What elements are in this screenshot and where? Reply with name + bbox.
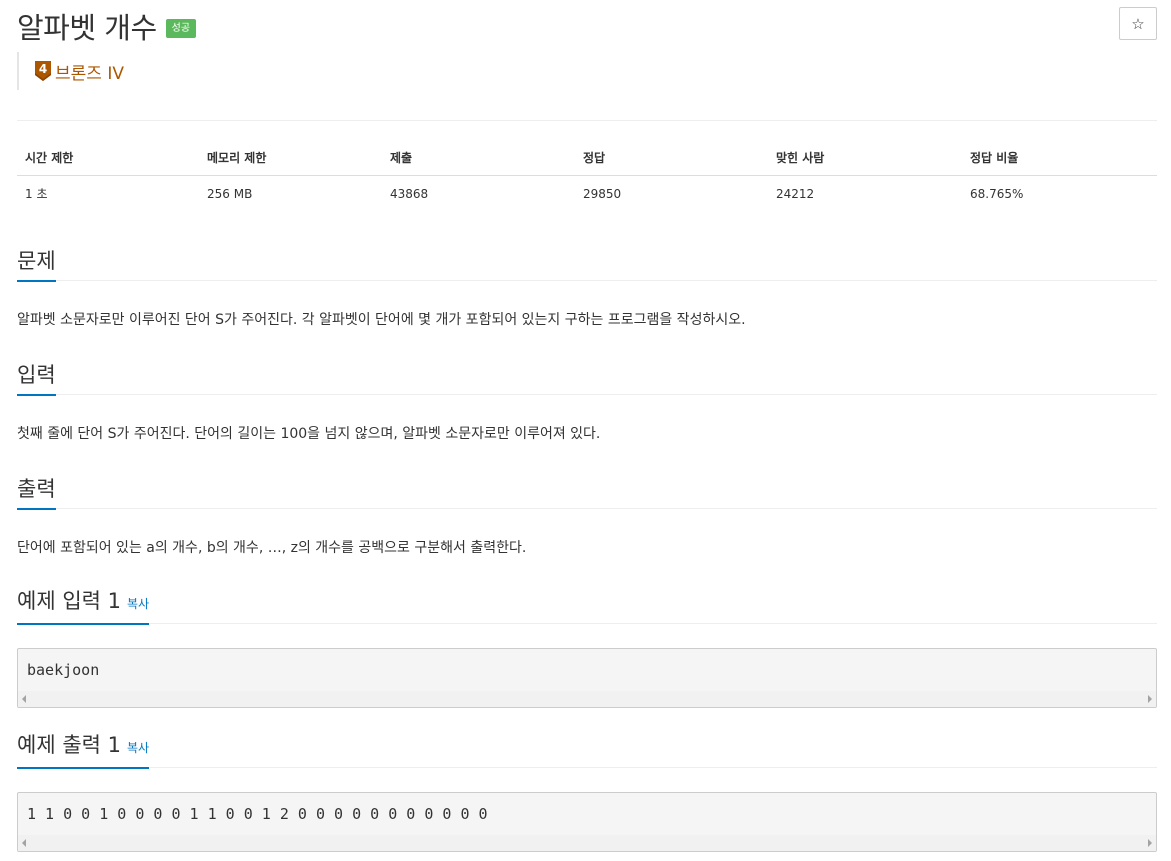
result-badge: 성공 bbox=[165, 18, 197, 38]
section-sample-output: 예제 출력 1 복사 bbox=[17, 729, 1157, 769]
section-output: 출력 bbox=[17, 470, 1157, 510]
value-accept-ratio: 68.765% bbox=[970, 186, 1024, 201]
copy-sample-input-link[interactable]: 복사 bbox=[127, 597, 149, 611]
scroll-right-arrow-icon[interactable] bbox=[1148, 695, 1152, 703]
header-solved-users: 맞힌 사람 bbox=[768, 140, 962, 176]
copy-sample-output-link[interactable]: 복사 bbox=[127, 741, 149, 755]
header-submissions: 제출 bbox=[382, 140, 575, 176]
value-time-limit: 1 초 bbox=[25, 187, 48, 201]
scroll-left-arrow-icon[interactable] bbox=[22, 839, 26, 847]
value-submissions[interactable]: 43868 bbox=[382, 175, 575, 212]
info-header-row: 시간 제한 메모리 제한 제출 정답 맞힌 사람 정답 비율 bbox=[17, 140, 1157, 176]
section-title: 예제 출력 1 복사 bbox=[17, 731, 150, 769]
output-text: 단어에 포함되어 있는 a의 개수, b의 개수, …, z의 개수를 공백으로… bbox=[17, 540, 527, 556]
section-input: 입력 bbox=[17, 356, 1157, 396]
section-title: 예제 입력 1 복사 bbox=[17, 587, 150, 625]
section-description: 문제 bbox=[17, 242, 1157, 282]
horizontal-scrollbar[interactable] bbox=[18, 835, 1156, 851]
tier-level: 4 bbox=[39, 62, 47, 76]
sample-output-content: 1 1 0 0 1 0 0 0 0 1 1 0 0 1 2 0 0 0 0 0 … bbox=[27, 805, 488, 823]
scroll-left-arrow-icon[interactable] bbox=[22, 695, 26, 703]
header-accepted: 정답 bbox=[575, 140, 768, 176]
sample-input-content: baekjoon bbox=[27, 661, 100, 679]
tier-name: 브론즈 IV bbox=[55, 63, 124, 84]
sample-input-box[interactable]: baekjoon bbox=[17, 648, 1157, 708]
header-memory-limit: 메모리 제한 bbox=[199, 140, 382, 176]
section-title: 문제 bbox=[17, 247, 56, 282]
input-text: 첫째 줄에 단어 S가 주어진다. 단어의 길이는 100을 넘지 않으며, 알… bbox=[17, 426, 601, 442]
problem-title: 알파벳 개수 bbox=[17, 11, 157, 45]
tier-block[interactable]: 4 브론즈 IV bbox=[17, 52, 124, 90]
value-solved-users[interactable]: 24212 bbox=[768, 175, 962, 212]
divider bbox=[17, 120, 1157, 121]
header-time-limit: 시간 제한 bbox=[17, 140, 199, 176]
problem-info-table: 시간 제한 메모리 제한 제출 정답 맞힌 사람 정답 비율 1 초 256 M… bbox=[17, 140, 1157, 212]
description-text: 알파벳 소문자로만 이루어진 단어 S가 주어진다. 각 알파벳이 단어에 몇 … bbox=[17, 312, 746, 328]
info-value-row: 1 초 256 MB 43868 29850 24212 68.765% bbox=[17, 175, 1157, 212]
value-accepted[interactable]: 29850 bbox=[575, 175, 768, 212]
sample-output-box[interactable]: 1 1 0 0 1 0 0 0 0 1 1 0 0 1 2 0 0 0 0 0 … bbox=[17, 792, 1157, 852]
section-sample-input: 예제 입력 1 복사 bbox=[17, 585, 1157, 625]
section-title: 출력 bbox=[17, 475, 56, 510]
scroll-right-arrow-icon[interactable] bbox=[1148, 839, 1152, 847]
header-accept-ratio: 정답 비율 bbox=[962, 140, 1157, 176]
bronze-tier-icon: 4 bbox=[35, 61, 51, 81]
value-memory-limit: 256 MB bbox=[207, 186, 253, 201]
title-row: 알파벳 개수 성공 bbox=[17, 6, 197, 46]
star-icon: ☆ bbox=[1131, 14, 1145, 33]
favorite-star-button[interactable]: ☆ bbox=[1119, 7, 1157, 40]
section-title: 입력 bbox=[17, 361, 56, 396]
horizontal-scrollbar[interactable] bbox=[18, 691, 1156, 707]
